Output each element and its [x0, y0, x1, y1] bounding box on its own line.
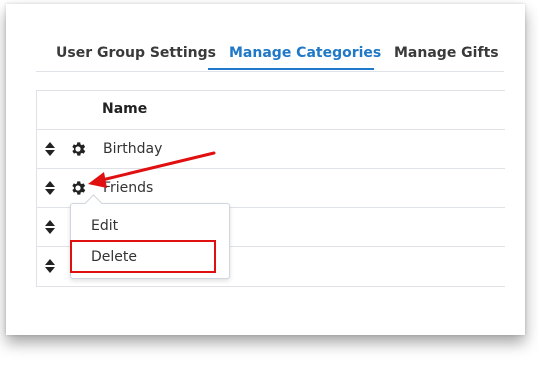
tab-manage-gifts[interactable]: Manage Gifts — [394, 45, 499, 61]
column-header-name[interactable]: Name — [102, 101, 147, 117]
row-label: Birthday — [103, 141, 163, 157]
row-label: Friends — [103, 180, 154, 196]
sort-handle-icon[interactable] — [44, 180, 56, 196]
tab-user-group-settings[interactable]: User Group Settings — [56, 45, 216, 61]
gear-icon[interactable] — [69, 140, 87, 158]
tab-manage-categories[interactable]: Manage Categories — [229, 45, 381, 61]
table-header: Name — [37, 91, 505, 130]
gear-icon[interactable] — [69, 179, 87, 197]
tab-bar: User Group Settings Manage Categories Ma… — [36, 38, 504, 72]
sort-handle-icon[interactable] — [44, 219, 56, 235]
sort-handle-icon[interactable] — [44, 141, 56, 157]
table-row: Birthday — [37, 130, 505, 169]
menu-item-edit[interactable]: Edit — [91, 218, 118, 234]
active-tab-underline — [208, 68, 374, 70]
menu-item-delete[interactable]: Delete — [91, 249, 137, 265]
sort-handle-icon[interactable] — [44, 258, 56, 274]
row-context-menu: Edit Delete — [70, 194, 230, 279]
